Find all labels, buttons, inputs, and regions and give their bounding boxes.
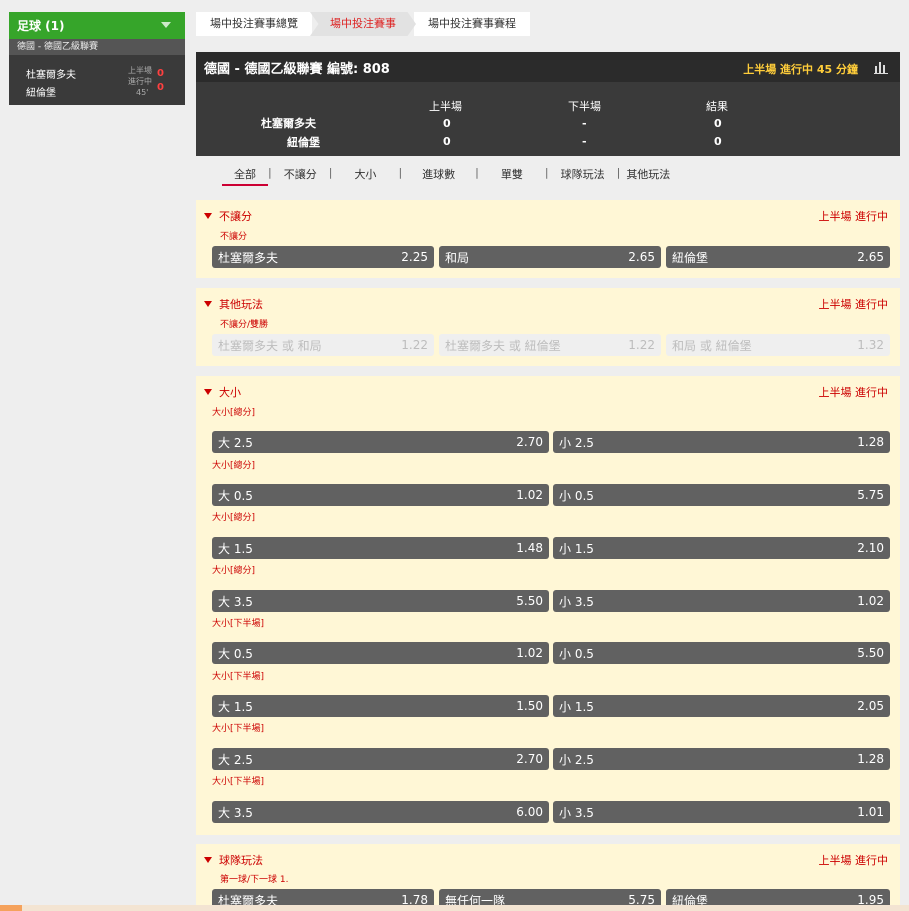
over-odd-button[interactable]: 大 1.5 1.50 xyxy=(212,695,549,717)
filter-goals[interactable]: 進球數 xyxy=(402,166,475,186)
col-first-half: 上半場 xyxy=(429,100,462,113)
away-second-half: - xyxy=(582,135,587,148)
market-title[interactable]: 其他玩法 xyxy=(204,296,263,312)
under-odd-button[interactable]: 小 0.5 5.75 xyxy=(553,484,890,506)
home-first-half: 0 xyxy=(443,117,451,130)
market-over-under: 大小 上半場 進行中 大小[總分] 大 2.5 2.70 小 2.5 1.28 大小… xyxy=(196,376,900,835)
match-title: 德國 - 德國乙級聯賽 編號: 808 xyxy=(204,61,390,77)
market-subtitle: 大小[下半場] xyxy=(212,619,265,629)
under-odd-button[interactable]: 小 1.5 2.05 xyxy=(553,695,890,717)
over-odd-button[interactable]: 大 3.5 5.50 xyxy=(212,590,549,612)
odd-button[interactable]: 杜塞爾多夫 2.25 xyxy=(212,246,434,268)
home-result: 0 xyxy=(714,117,722,130)
market-subtitle: 大小[下半場] xyxy=(212,724,265,734)
market-title[interactable]: 不讓分 xyxy=(204,208,252,224)
over-odd-button[interactable]: 大 0.5 1.02 xyxy=(212,484,549,506)
market-status: 上半場 進行中 xyxy=(818,854,889,867)
tab-schedule[interactable]: 場中投注賽事賽程 xyxy=(414,12,530,36)
home-team: 杜塞爾多夫 xyxy=(26,70,76,81)
market-subtitle: 大小[總分] xyxy=(212,566,256,576)
market-other: 其他玩法 上半場 進行中 不讓分/雙勝 杜塞爾多夫 或 和局 1.22 杜塞爾多夫… xyxy=(196,288,900,366)
sidebar-match[interactable]: 杜塞爾多夫 紐倫堡 上半場 進行中 45' 0 0 xyxy=(9,55,185,105)
market-subtitle: 不讓分/雙勝 xyxy=(220,320,269,330)
top-tabs: 場中投注賽事總覽 場中投注賽事 場中投注賽事賽程 xyxy=(196,12,532,36)
scrollbar-thumb[interactable] xyxy=(0,905,22,911)
sport-header[interactable]: 足球 (1) xyxy=(9,12,185,39)
market-title[interactable]: 球隊玩法 xyxy=(204,852,263,868)
over-odd-button[interactable]: 大 0.5 1.02 xyxy=(212,642,549,664)
under-odd-button[interactable]: 小 2.5 1.28 xyxy=(553,748,890,770)
filter-handicap[interactable]: 不讓分 xyxy=(272,166,329,186)
horizontal-scrollbar[interactable] xyxy=(0,905,909,911)
market-subtitle: 大小[下半場] xyxy=(212,672,265,682)
under-odd-button[interactable]: 小 1.5 2.10 xyxy=(553,537,890,559)
away-result: 0 xyxy=(714,135,722,148)
over-odd-button[interactable]: 大 2.5 2.70 xyxy=(212,748,549,770)
market-status: 上半場 進行中 xyxy=(818,210,889,223)
caret-down-icon xyxy=(204,301,212,307)
market-subtitle: 不讓分 xyxy=(220,232,248,242)
chevron-down-icon[interactable] xyxy=(161,22,171,28)
filter-other[interactable]: 其他玩法 xyxy=(620,166,676,186)
market-subtitle: 第一球/下一球 1. xyxy=(220,875,289,885)
market-filters: 全部 | 不讓分 | 大小 | 進球數 | 單雙 | 球隊玩法 | 其他玩法 xyxy=(222,166,676,186)
odd-button[interactable]: 和局 2.65 xyxy=(439,246,661,268)
market-handicap: 不讓分 上半場 進行中 不讓分 杜塞爾多夫 2.25 和局 2.65 紐倫堡 2.65 xyxy=(196,200,900,278)
market-title[interactable]: 大小 xyxy=(204,384,241,400)
caret-down-icon xyxy=(204,857,212,863)
col-second-half: 下半場 xyxy=(568,100,601,113)
match-header: 德國 - 德國乙級聯賽 編號: 808 上半場 進行中 45 分鐘 上半場 下半… xyxy=(196,52,900,156)
col-result: 結果 xyxy=(706,100,728,113)
odd-button-disabled: 杜塞爾多夫 或 紐倫堡 1.22 xyxy=(439,334,661,356)
score-home-team: 杜塞爾多夫 xyxy=(261,117,316,130)
filter-all[interactable]: 全部 xyxy=(222,166,268,186)
score-away-team: 紐倫堡 xyxy=(287,136,320,149)
market-subtitle: 大小[下半場] xyxy=(212,777,265,787)
match-state: 進行中 xyxy=(128,77,152,86)
market-subtitle: 大小[總分] xyxy=(212,408,256,418)
tab-live-events[interactable]: 場中投注賽事 xyxy=(310,12,416,36)
stats-chart-icon[interactable] xyxy=(874,60,888,74)
odd-button[interactable]: 紐倫堡 2.65 xyxy=(666,246,890,268)
filter-over-under[interactable]: 大小 xyxy=(332,166,398,186)
filter-odd-even[interactable]: 單雙 xyxy=(479,166,545,186)
market-subtitle: 大小[總分] xyxy=(212,461,256,471)
under-odd-button[interactable]: 小 3.5 1.02 xyxy=(553,590,890,612)
match-status: 上半場 進行中 45 分鐘 xyxy=(743,63,858,76)
sidebar: 足球 (1) 德國 - 德國乙級聯賽 杜塞爾多夫 紐倫堡 上半場 進行中 45'… xyxy=(9,12,185,105)
league-name: 德國 - 德國乙級聯賽 xyxy=(9,39,185,55)
over-odd-button[interactable]: 大 2.5 2.70 xyxy=(212,431,549,453)
odd-button-disabled: 杜塞爾多夫 或 和局 1.22 xyxy=(212,334,434,356)
over-odd-button[interactable]: 大 3.5 6.00 xyxy=(212,801,549,823)
filter-team[interactable]: 球隊玩法 xyxy=(549,166,617,186)
caret-down-icon xyxy=(204,389,212,395)
market-status: 上半場 進行中 xyxy=(818,298,889,311)
away-score: 0 xyxy=(157,82,164,93)
home-score: 0 xyxy=(157,68,164,79)
over-odd-button[interactable]: 大 1.5 1.48 xyxy=(212,537,549,559)
sport-title: 足球 (1) xyxy=(17,19,65,33)
market-status: 上半場 進行中 xyxy=(818,386,889,399)
away-first-half: 0 xyxy=(443,135,451,148)
match-period: 上半場 xyxy=(128,66,152,75)
away-team: 紐倫堡 xyxy=(26,88,56,99)
match-minute: 45' xyxy=(136,88,149,97)
under-odd-button[interactable]: 小 0.5 5.50 xyxy=(553,642,890,664)
under-odd-button[interactable]: 小 3.5 1.01 xyxy=(553,801,890,823)
under-odd-button[interactable]: 小 2.5 1.28 xyxy=(553,431,890,453)
market-subtitle: 大小[總分] xyxy=(212,513,256,523)
odd-button-disabled: 和局 或 紐倫堡 1.32 xyxy=(666,334,890,356)
tab-overview[interactable]: 場中投注賽事總覽 xyxy=(196,12,312,36)
market-team: 球隊玩法 上半場 進行中 第一球/下一球 1. 杜塞爾多夫 1.78 無任何一隊 5… xyxy=(196,844,900,911)
home-second-half: - xyxy=(582,117,587,130)
caret-down-icon xyxy=(204,213,212,219)
